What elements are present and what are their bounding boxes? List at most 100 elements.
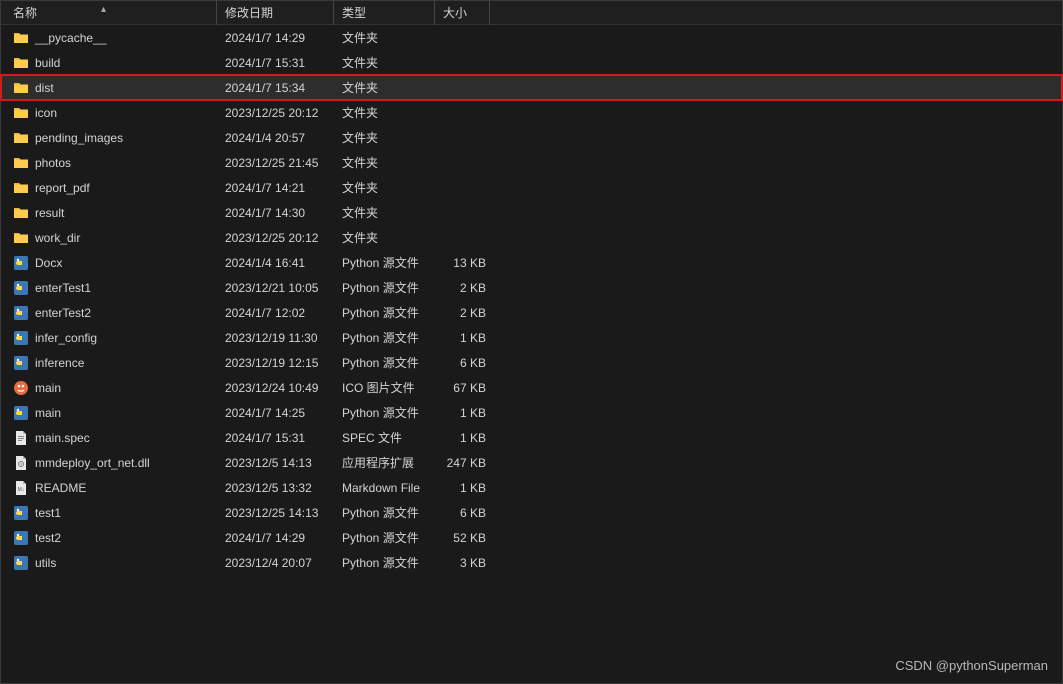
folder-icon [13,180,29,196]
file-name-cell: main [1,380,217,396]
file-name-label: dist [35,81,54,95]
file-date-cell: 2023/12/4 20:07 [217,556,334,570]
py-icon [13,530,29,546]
file-type-cell: Python 源文件 [334,354,435,371]
file-date-cell: 2024/1/7 14:29 [217,31,334,45]
column-header-name[interactable]: 名称 ▴ [1,0,217,25]
file-date-cell: 2023/12/19 11:30 [217,331,334,345]
file-name-label: README [35,481,86,495]
py-icon [13,330,29,346]
file-row[interactable]: enterTest22024/1/7 12:02Python 源文件2 KB [1,300,1062,325]
file-name-label: result [35,206,64,220]
file-date-cell: 2023/12/21 10:05 [217,281,334,295]
file-type-cell: 文件夹 [334,29,435,46]
file-date-cell: 2024/1/7 14:30 [217,206,334,220]
file-name-cell: enterTest1 [1,280,217,296]
file-row[interactable]: build2024/1/7 15:31文件夹 [1,50,1062,75]
file-name-label: infer_config [35,331,97,345]
column-header-size-label: 大小 [443,6,467,20]
svg-text:M↓: M↓ [18,487,25,493]
py-icon [13,280,29,296]
file-type-cell: 文件夹 [334,154,435,171]
file-row[interactable]: Docx2024/1/4 16:41Python 源文件13 KB [1,250,1062,275]
file-row[interactable]: mmdeploy_ort_net.dll2023/12/5 14:13应用程序扩… [1,450,1062,475]
file-type-cell: 文件夹 [334,54,435,71]
file-row[interactable]: test12023/12/25 14:13Python 源文件6 KB [1,500,1062,525]
file-date-cell: 2023/12/25 20:12 [217,231,334,245]
file-date-cell: 2024/1/7 14:25 [217,406,334,420]
file-name-cell: utils [1,555,217,571]
file-row[interactable]: infer_config2023/12/19 11:30Python 源文件1 … [1,325,1062,350]
file-type-cell: Python 源文件 [334,404,435,421]
file-name-label: test1 [35,506,61,520]
py-icon [13,405,29,421]
file-row[interactable]: work_dir2023/12/25 20:12文件夹 [1,225,1062,250]
file-date-cell: 2024/1/4 16:41 [217,256,334,270]
file-row[interactable]: main2024/1/7 14:25Python 源文件1 KB [1,400,1062,425]
ico-icon [13,380,29,396]
file-date-cell: 2024/1/7 15:31 [217,431,334,445]
file-row[interactable]: report_pdf2024/1/7 14:21文件夹 [1,175,1062,200]
file-type-cell: Python 源文件 [334,329,435,346]
spec-icon [13,430,29,446]
file-name-cell: work_dir [1,230,217,246]
file-row[interactable]: icon2023/12/25 20:12文件夹 [1,100,1062,125]
py-icon [13,305,29,321]
folder-icon [13,55,29,71]
file-row[interactable]: utils2023/12/4 20:07Python 源文件3 KB [1,550,1062,575]
file-type-cell: Python 源文件 [334,529,435,546]
file-type-cell: 文件夹 [334,129,435,146]
file-row[interactable]: inference2023/12/19 12:15Python 源文件6 KB [1,350,1062,375]
file-row[interactable]: test22024/1/7 14:29Python 源文件52 KB [1,525,1062,550]
file-type-cell: SPEC 文件 [334,429,435,446]
file-name-cell: main.spec [1,430,217,446]
file-row[interactable]: __pycache__2024/1/7 14:29文件夹 [1,25,1062,50]
column-header-type-label: 类型 [342,6,366,20]
file-row[interactable]: result2024/1/7 14:30文件夹 [1,200,1062,225]
column-header-date[interactable]: 修改日期 [217,0,334,25]
file-name-label: utils [35,556,56,570]
file-name-cell: photos [1,155,217,171]
file-name-cell: __pycache__ [1,30,217,46]
file-type-cell: 应用程序扩展 [334,454,435,471]
py-icon [13,355,29,371]
file-date-cell: 2024/1/7 15:34 [217,81,334,95]
file-date-cell: 2023/12/5 14:13 [217,456,334,470]
file-name-cell: infer_config [1,330,217,346]
file-date-cell: 2023/12/5 13:32 [217,481,334,495]
file-name-cell: Docx [1,255,217,271]
file-row[interactable]: dist2024/1/7 15:34文件夹 [1,75,1062,100]
column-header-type[interactable]: 类型 [334,0,435,25]
file-name-cell: mmdeploy_ort_net.dll [1,455,217,471]
column-header-name-label: 名称 [13,6,37,20]
file-row[interactable]: pending_images2024/1/4 20:57文件夹 [1,125,1062,150]
file-name-label: test2 [35,531,61,545]
folder-icon [13,205,29,221]
column-header-size[interactable]: 大小 [435,0,490,25]
file-row[interactable]: main2023/12/24 10:49ICO 图片文件67 KB [1,375,1062,400]
file-size-cell: 6 KB [435,506,490,520]
file-name-cell: test2 [1,530,217,546]
file-name-label: inference [35,356,84,370]
file-type-cell: ICO 图片文件 [334,379,435,396]
file-row[interactable]: M↓README2023/12/5 13:32Markdown File1 KB [1,475,1062,500]
file-name-label: main [35,406,61,420]
file-name-cell: enterTest2 [1,305,217,321]
file-type-cell: Python 源文件 [334,254,435,271]
file-name-cell: pending_images [1,130,217,146]
file-date-cell: 2024/1/7 12:02 [217,306,334,320]
file-size-cell: 1 KB [435,481,490,495]
md-icon: M↓ [13,480,29,496]
file-row[interactable]: enterTest12023/12/21 10:05Python 源文件2 KB [1,275,1062,300]
column-header-date-label: 修改日期 [225,6,273,20]
file-row[interactable]: photos2023/12/25 21:45文件夹 [1,150,1062,175]
file-list: __pycache__2024/1/7 14:29文件夹build2024/1/… [1,25,1062,575]
file-name-cell: test1 [1,505,217,521]
file-date-cell: 2023/12/25 20:12 [217,106,334,120]
file-size-cell: 13 KB [435,256,490,270]
file-name-label: build [35,56,60,70]
file-name-cell: build [1,55,217,71]
file-name-cell: icon [1,105,217,121]
file-row[interactable]: main.spec2024/1/7 15:31SPEC 文件1 KB [1,425,1062,450]
folder-icon [13,230,29,246]
